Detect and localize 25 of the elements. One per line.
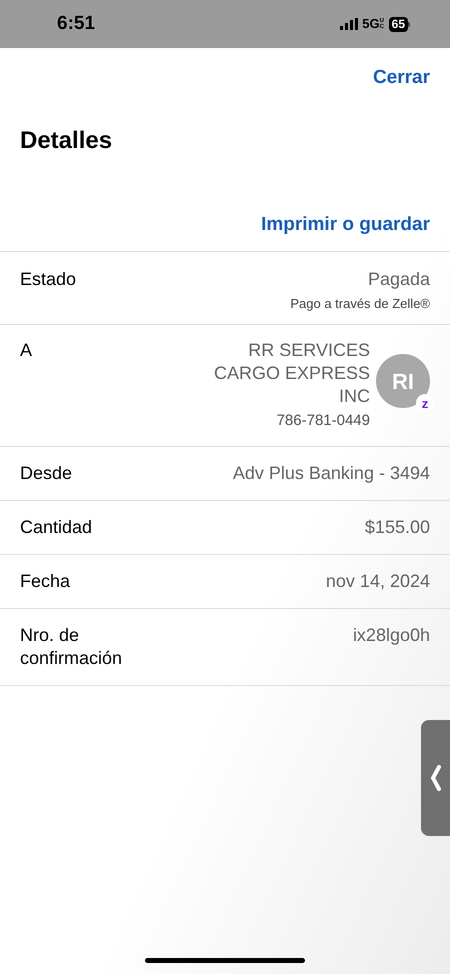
- side-handle[interactable]: [421, 720, 450, 836]
- row-value: Pagada: [368, 268, 430, 291]
- row-label: Cantidad: [20, 516, 94, 539]
- row-value: ix28lgo0h: [352, 624, 430, 647]
- row-label: Nro. de confirmación: [20, 624, 124, 670]
- row-label: Estado: [20, 268, 78, 291]
- recipient-phone: 786-781-0449: [276, 410, 370, 430]
- avatar-initials: RI: [392, 368, 414, 396]
- row-label: A: [20, 338, 34, 362]
- recipient-name: RR SERVICES CARGO EXPRESS INC: [214, 338, 370, 408]
- print-link[interactable]: Imprimir o guardar: [261, 210, 430, 239]
- row-value: Adv Plus Banking - 3494: [232, 462, 430, 485]
- battery-level: 65: [388, 16, 408, 32]
- payment-note: Pago a través de Zelle®: [290, 295, 430, 313]
- row-value: $155.00: [364, 516, 430, 539]
- page-title: Detalles: [20, 126, 112, 154]
- row-label: Desde: [20, 462, 74, 485]
- network-label: 5G: [362, 15, 380, 34]
- zelle-badge: z: [416, 394, 434, 412]
- close-link[interactable]: Cerrar: [372, 64, 430, 92]
- signal-icon: [340, 18, 358, 30]
- row-value: nov 14, 2024: [326, 570, 430, 593]
- row-label: Fecha: [20, 570, 72, 593]
- status-time: 6:51: [57, 12, 96, 36]
- chevron-left-icon: [430, 764, 442, 792]
